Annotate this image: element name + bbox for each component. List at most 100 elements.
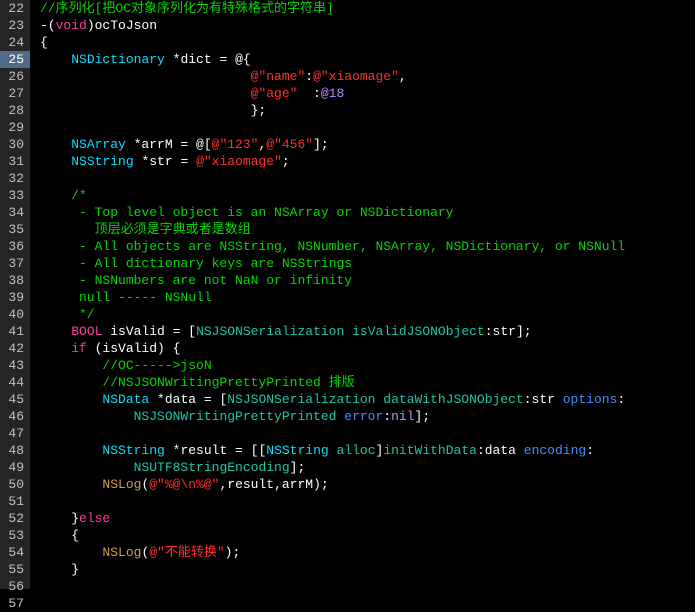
code-line[interactable]: //OC----->jsoN [40, 357, 695, 374]
code-token: isValid = [ [102, 324, 196, 339]
code-line[interactable]: - Top level object is an NSArray or NSDi… [40, 204, 695, 221]
line-number: 54 [4, 544, 24, 561]
code-line[interactable]: 顶层必须是字典或者是数组 [40, 221, 695, 238]
code-token: (isValid) { [87, 341, 181, 356]
code-token: )ocToJson [87, 18, 157, 33]
code-line[interactable] [40, 170, 695, 187]
line-number: 36 [4, 238, 24, 255]
code-line[interactable]: @"name":@"xiaomage", [40, 68, 695, 85]
code-line[interactable]: if (isValid) { [40, 340, 695, 357]
code-token: : [617, 392, 625, 407]
code-token: @"age" [251, 86, 298, 101]
code-token [40, 477, 102, 492]
code-token: NSJSONSerialization [196, 324, 344, 339]
code-token: @"xiaomage" [196, 154, 282, 169]
code-token [329, 443, 337, 458]
line-number: 40 [4, 306, 24, 323]
code-line[interactable] [40, 425, 695, 442]
line-number: 43 [4, 357, 24, 374]
code-token: *str = [134, 154, 196, 169]
line-number: 55 [4, 561, 24, 578]
code-token: ]; [415, 409, 431, 424]
code-line[interactable]: NSDictionary *dict = @{ [40, 51, 695, 68]
code-token: NSData [102, 392, 149, 407]
code-token: NSLog [102, 477, 141, 492]
line-number: 32 [4, 170, 24, 187]
code-token: - Top level object is an NSArray or NSDi… [40, 205, 453, 220]
code-line[interactable] [40, 493, 695, 510]
code-line[interactable]: NSString *str = @"xiaomage"; [40, 153, 695, 170]
code-line[interactable]: NSArray *arrM = @[@"123",@"456"]; [40, 136, 695, 153]
code-line[interactable]: NSLog(@"不能转换"); [40, 544, 695, 561]
code-line[interactable]: NSData *data = [NSJSONSerialization data… [40, 391, 695, 408]
line-number: 25 [0, 51, 30, 68]
line-number: 44 [4, 374, 24, 391]
code-token: NSLog [102, 545, 141, 560]
line-number: 52 [4, 510, 24, 527]
code-line[interactable]: //序列化[把OC对象序列化为有特殊格式的字符串] [40, 0, 695, 17]
code-token: @18 [321, 86, 344, 101]
code-token: @"xiaomage" [313, 69, 399, 84]
code-token [40, 69, 251, 84]
code-token [40, 341, 71, 356]
code-token: , [399, 69, 407, 84]
code-line[interactable]: }else [40, 510, 695, 527]
code-token: error [344, 409, 383, 424]
code-line[interactable]: BOOL isValid = [NSJSONSerialization isVa… [40, 323, 695, 340]
code-token: ; [282, 154, 290, 169]
code-line[interactable]: NSJSONWritingPrettyPrinted error:nil]; [40, 408, 695, 425]
line-number: 48 [4, 442, 24, 459]
line-number: 47 [4, 425, 24, 442]
code-area[interactable]: //序列化[把OC对象序列化为有特殊格式的字符串]-(void)ocToJson… [30, 0, 695, 589]
code-line[interactable]: } [40, 561, 695, 578]
line-number: 23 [4, 17, 24, 34]
code-token: NSUTF8StringEncoding [134, 460, 290, 475]
code-token: encoding [524, 443, 586, 458]
line-number: 45 [4, 391, 24, 408]
code-line[interactable] [40, 119, 695, 136]
code-line[interactable]: */ [40, 306, 695, 323]
code-token [40, 137, 71, 152]
code-token: NSString [266, 443, 328, 458]
line-number: 28 [4, 102, 24, 119]
code-token: { [40, 35, 48, 50]
code-line[interactable]: @"age" :@18 [40, 85, 695, 102]
code-token: 顶层必须是字典或者是数组 [40, 222, 251, 237]
code-token: dataWithJSONObject [383, 392, 523, 407]
line-number: 50 [4, 476, 24, 493]
code-line[interactable] [40, 578, 695, 589]
code-line[interactable]: - All objects are NSString, NSNumber, NS… [40, 238, 695, 255]
code-token: else [79, 511, 110, 526]
code-line[interactable]: { [40, 34, 695, 51]
line-number: 24 [4, 34, 24, 51]
line-number: 49 [4, 459, 24, 476]
code-line[interactable]: NSString *result = [[NSString alloc]init… [40, 442, 695, 459]
code-token: @{ [235, 52, 251, 67]
code-line[interactable]: - NSNumbers are not NaN or infinity [40, 272, 695, 289]
code-line[interactable]: null ----- NSNull [40, 289, 695, 306]
line-number: 37 [4, 255, 24, 272]
code-token: */ [40, 307, 95, 322]
code-line[interactable]: /* [40, 187, 695, 204]
line-number: 56 [4, 578, 24, 595]
code-line[interactable]: { [40, 527, 695, 544]
code-token: : [383, 409, 391, 424]
code-token: nil [391, 409, 414, 424]
code-token: ); [225, 545, 241, 560]
code-token: :str]; [485, 324, 532, 339]
code-token: - All dictionary keys are NSStrings [40, 256, 352, 271]
code-line[interactable]: NSUTF8StringEncoding]; [40, 459, 695, 476]
code-line[interactable]: NSLog(@"%@\n%@",result,arrM); [40, 476, 695, 493]
code-token: @"456" [266, 137, 313, 152]
line-number-gutter: 2223242526272829303132333435363738394041… [0, 0, 30, 589]
code-line[interactable]: //NSJSONWritingPrettyPrinted 排版 [40, 374, 695, 391]
line-number: 34 [4, 204, 24, 221]
line-number: 35 [4, 221, 24, 238]
code-line[interactable]: }; [40, 102, 695, 119]
line-number: 41 [4, 323, 24, 340]
code-line[interactable]: - All dictionary keys are NSStrings [40, 255, 695, 272]
line-number: 29 [4, 119, 24, 136]
line-number: 31 [4, 153, 24, 170]
code-line[interactable]: -(void)ocToJson [40, 17, 695, 34]
code-token: NSJSONWritingPrettyPrinted [134, 409, 337, 424]
